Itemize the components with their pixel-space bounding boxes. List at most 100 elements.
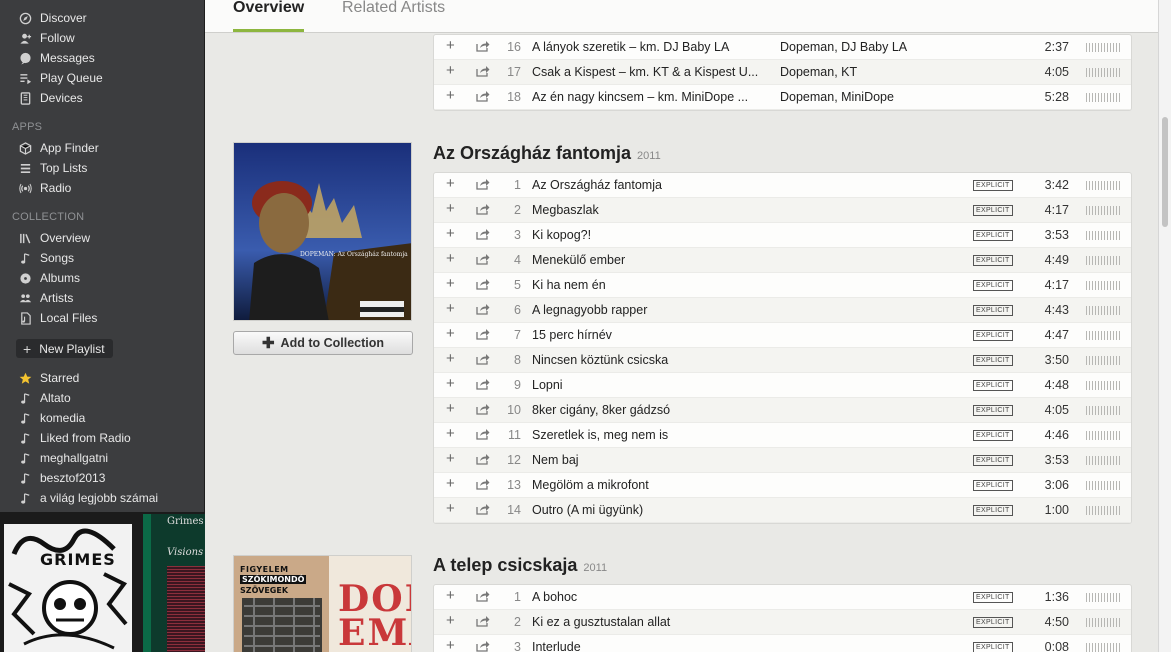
share-track-button[interactable] <box>476 178 490 193</box>
track-title[interactable]: 8ker cigány, 8ker gádzsó <box>532 403 767 417</box>
share-track-button[interactable] <box>476 253 490 268</box>
sidebar-item-play-queue[interactable]: Play Queue <box>18 68 103 88</box>
track-row[interactable]: +3 Ki kopog?! EXPLICIT 3:53 <box>434 223 1131 248</box>
track-artist[interactable]: Dopeman, MiniDope <box>780 90 950 104</box>
add-track-button[interactable]: + <box>446 175 455 192</box>
share-track-button[interactable] <box>476 303 490 318</box>
track-title[interactable]: Nincsen köztünk csicska <box>532 353 767 367</box>
track-title[interactable]: A bohoc <box>532 590 767 604</box>
track-title[interactable]: Szeretlek is, meg nem is <box>532 428 767 442</box>
sidebar-item-komedia[interactable]: komedia <box>18 408 85 428</box>
sidebar-item-meghallgatni[interactable]: meghallgatni <box>18 448 108 468</box>
track-title[interactable]: Outro (A mi ügyünk) <box>532 503 767 517</box>
track-row[interactable]: +9 Lopni EXPLICIT 4:48 <box>434 373 1131 398</box>
share-track-button[interactable] <box>476 453 490 468</box>
track-row[interactable]: +7 15 perc hírnév EXPLICIT 4:47 <box>434 323 1131 348</box>
track-title[interactable]: Menekülő ember <box>532 253 767 267</box>
track-row[interactable]: +1 Az Országház fantomja EXPLICIT 3:42 <box>434 173 1131 198</box>
track-title[interactable]: Csak a Kispest – km. KT & a Kispest U... <box>532 65 767 79</box>
add-track-button[interactable]: + <box>446 587 455 604</box>
sidebar-item-artists[interactable]: Artists <box>18 288 73 308</box>
track-title[interactable]: Az Országház fantomja <box>532 178 767 192</box>
track-row[interactable]: +6 A legnagyobb rapper EXPLICIT 4:43 <box>434 298 1131 323</box>
add-track-button[interactable]: + <box>446 200 455 217</box>
sidebar-item-besztof2013[interactable]: besztof2013 <box>18 468 105 488</box>
track-title[interactable]: 15 perc hírnév <box>532 328 767 342</box>
track-row[interactable]: +16 A lányok szeretik – km. DJ Baby LA Dop… <box>434 35 1131 60</box>
share-track-button[interactable] <box>476 65 490 80</box>
track-title[interactable]: Interlude <box>532 640 767 652</box>
track-title[interactable]: Megölöm a mikrofont <box>532 478 767 492</box>
add-track-button[interactable]: + <box>446 612 455 629</box>
share-track-button[interactable] <box>476 640 490 652</box>
share-track-button[interactable] <box>476 228 490 243</box>
add-track-button[interactable]: + <box>446 637 455 652</box>
add-track-button[interactable]: + <box>446 425 455 442</box>
sidebar-item-starred[interactable]: Starred <box>18 368 79 388</box>
share-track-button[interactable] <box>476 378 490 393</box>
sidebar-item-liked-from-radio[interactable]: Liked from Radio <box>18 428 131 448</box>
track-title[interactable]: Ki ez a gusztustalan allat <box>532 615 767 629</box>
share-track-button[interactable] <box>476 278 490 293</box>
share-track-button[interactable] <box>476 353 490 368</box>
add-track-button[interactable]: + <box>446 450 455 467</box>
track-row[interactable]: +14 Outro (A mi ügyünk) EXPLICIT 1:00 <box>434 498 1131 523</box>
sidebar-item-songs[interactable]: Songs <box>18 248 74 268</box>
track-title[interactable]: Ki kopog?! <box>532 228 767 242</box>
tab-overview[interactable]: Overview <box>233 0 305 32</box>
track-title[interactable]: Az én nagy kincsem – km. MiniDope ... <box>532 90 767 104</box>
share-track-button[interactable] <box>476 90 490 105</box>
track-row[interactable]: +2 Megbaszlak EXPLICIT 4:17 <box>434 198 1131 223</box>
tab-related-artists[interactable]: Related Artists <box>342 0 445 30</box>
add-track-button[interactable]: + <box>446 250 455 267</box>
track-row[interactable]: +18 Az én nagy kincsem – km. MiniDope ...… <box>434 85 1131 110</box>
album-title-2[interactable]: A telep csicskaja 2011 <box>433 555 607 576</box>
track-artist[interactable]: Dopeman, DJ Baby LA <box>780 40 950 54</box>
track-row[interactable]: +12 Nem baj EXPLICIT 3:53 <box>434 448 1131 473</box>
album-title-1[interactable]: Az Országház fantomja 2011 <box>433 143 661 164</box>
add-track-button[interactable]: + <box>446 500 455 517</box>
add-track-button[interactable]: + <box>446 37 455 54</box>
track-title[interactable]: A legnagyobb rapper <box>532 303 767 317</box>
track-artist[interactable]: Dopeman, KT <box>780 65 950 79</box>
sidebar-item-discover[interactable]: Discover <box>18 8 87 28</box>
sidebar-item-local-files[interactable]: Local Files <box>18 308 97 328</box>
share-track-button[interactable] <box>476 428 490 443</box>
track-title[interactable]: Megbaszlak <box>532 203 767 217</box>
new-playlist-button[interactable]: + New Playlist <box>16 339 113 358</box>
track-title[interactable]: Lopni <box>532 378 767 392</box>
track-row[interactable]: +10 8ker cigány, 8ker gádzsó EXPLICIT 4:05 <box>434 398 1131 423</box>
album-art-grimes[interactable]: GRIMES <box>4 524 132 652</box>
track-row[interactable]: +4 Menekülő ember EXPLICIT 4:49 <box>434 248 1131 273</box>
track-row[interactable]: +17 Csak a Kispest – km. KT & a Kispest U… <box>434 60 1131 85</box>
add-track-button[interactable]: + <box>446 350 455 367</box>
share-track-button[interactable] <box>476 478 490 493</box>
add-track-button[interactable]: + <box>446 400 455 417</box>
share-track-button[interactable] <box>476 403 490 418</box>
share-track-button[interactable] <box>476 40 490 55</box>
add-track-button[interactable]: + <box>446 475 455 492</box>
track-row[interactable]: +5 Ki ha nem én EXPLICIT 4:17 <box>434 273 1131 298</box>
share-track-button[interactable] <box>476 615 490 630</box>
track-row[interactable]: +11 Szeretlek is, meg nem is EXPLICIT 4:46 <box>434 423 1131 448</box>
album-art-visions[interactable]: Grimes Visions <box>143 514 205 652</box>
sidebar-item-devices[interactable]: Devices <box>18 88 83 108</box>
sidebar-item-overview[interactable]: Overview <box>18 228 90 248</box>
add-track-button[interactable]: + <box>446 300 455 317</box>
share-track-button[interactable] <box>476 503 490 518</box>
add-track-button[interactable]: + <box>446 225 455 242</box>
sidebar-item-a-világ-legjobb-számai[interactable]: a világ legjobb számai <box>18 488 158 508</box>
track-title[interactable]: Ki ha nem én <box>532 278 767 292</box>
sidebar-item-radio[interactable]: Radio <box>18 178 71 198</box>
share-track-button[interactable] <box>476 203 490 218</box>
scrollbar[interactable] <box>1158 0 1171 652</box>
share-track-button[interactable] <box>476 590 490 605</box>
track-row[interactable]: +3 Interlude EXPLICIT 0:08 <box>434 635 1131 652</box>
scrollbar-thumb[interactable] <box>1162 117 1168 227</box>
sidebar-item-messages[interactable]: Messages <box>18 48 95 68</box>
add-track-button[interactable]: + <box>446 87 455 104</box>
album-cover-az-orszaghaz[interactable]: DOPEMAN: Az Országház fantomja <box>233 142 412 321</box>
add-track-button[interactable]: + <box>446 275 455 292</box>
track-title[interactable]: Nem baj <box>532 453 767 467</box>
album-cover-telep-csicskaja[interactable]: FIGYELEM SZÓKIMONDÓ SZÖVEGEK DOP EMA <box>233 555 412 652</box>
